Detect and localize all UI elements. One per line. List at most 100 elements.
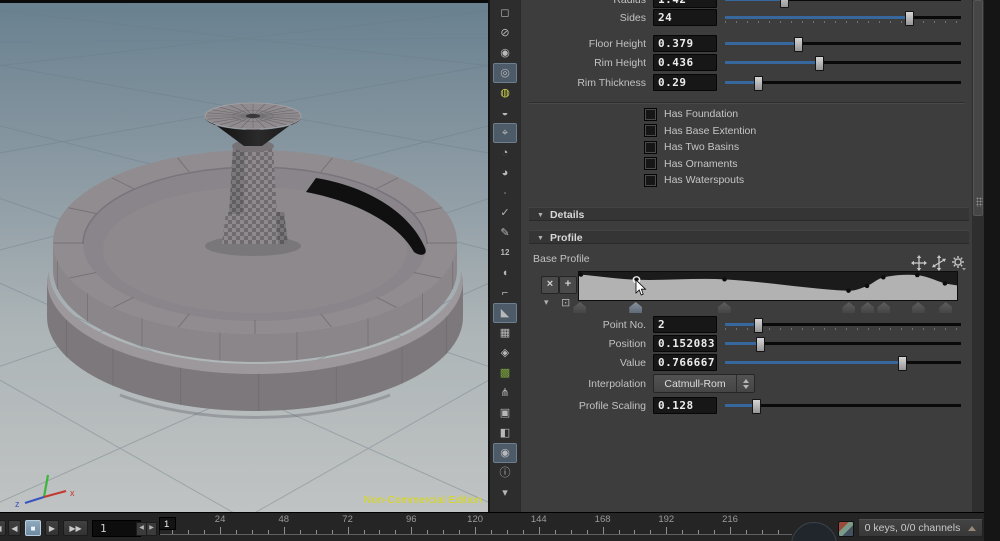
camera-icon[interactable]: ◧ [493,423,517,443]
ramp-position-handle[interactable] [718,302,731,313]
point-no-slider[interactable] [725,317,961,332]
collapse-triangle-icon[interactable]: ▼ [537,212,544,219]
checkbox[interactable] [644,174,657,187]
ramp-move-icon[interactable] [911,255,927,271]
stop-button[interactable]: ■ [25,520,41,536]
checkbox[interactable] [644,124,657,137]
slider-handle[interactable] [754,76,763,91]
ramp-collapse-icon[interactable]: ▾ [544,297,549,308]
collapse-triangle-icon[interactable]: ▼ [537,235,544,242]
slider-handle[interactable] [756,337,765,352]
checker-texture-icon[interactable]: ▦ [493,323,517,343]
info-icon[interactable]: ⓘ [493,463,517,483]
position-field[interactable]: 0.152083 [653,335,717,352]
snap-target-icon[interactable]: ⌖ [493,123,517,143]
ruler-frame-label: 216 [719,514,741,525]
panel-scrollbar[interactable] [972,0,984,512]
dropdown-spinner-icon[interactable] [736,375,754,392]
ramp-expand-icon[interactable]: ⊡ [561,296,570,309]
value-slider[interactable] [725,355,961,370]
ramp-position-handle[interactable] [912,302,925,313]
checkbox-row[interactable]: Has Two Basins [644,141,756,153]
lock-icon[interactable]: ◻ [493,3,517,23]
play-forward-button[interactable]: ▶ [45,520,59,536]
slider-handle[interactable] [794,37,803,52]
slider-handle[interactable] [754,318,763,333]
checkbox[interactable] [644,141,657,154]
play-backward-button[interactable]: ◀ [8,520,21,536]
checkbox-row[interactable]: Has Base Extention [644,125,756,137]
point-display-icon[interactable]: ∙ [493,183,517,203]
headlight-icon[interactable]: ◉ [493,43,517,63]
sides-field[interactable]: 24 [653,9,717,26]
ramp-add-point-button[interactable]: + [559,276,577,294]
current-frame-field[interactable]: 1 [92,520,141,537]
floor-height-field[interactable]: 0.379 [653,35,717,52]
profile-scaling-field[interactable]: 0.128 [653,397,717,414]
ramp-position-handle[interactable] [842,302,855,313]
viewport[interactable]: x z Non-Commercial Edition [0,0,488,512]
point-no-field[interactable]: 2 [653,316,717,333]
floor-height-slider[interactable] [725,36,961,51]
geometry-crate-icon[interactable]: ▩ [493,363,517,383]
view-flag-icon[interactable]: ◣ [493,303,517,323]
ruler-baseline [159,534,792,535]
checkbox-row[interactable]: Has Foundation [644,108,756,120]
ramp-menu-gear-icon[interactable] [951,255,967,271]
ramp-position-handle[interactable] [939,302,952,313]
profile-scaling-slider[interactable] [725,398,961,413]
checkbox-row[interactable]: Has Waterspouts [644,174,756,186]
point-numbers-icon[interactable]: 12 [493,243,517,263]
value-field[interactable]: 0.766667 [653,354,717,371]
jump-to-end-button[interactable]: ▶▶ [63,520,88,536]
key-options-icon[interactable] [838,521,854,537]
visibility-icon[interactable]: ◔ [493,143,517,163]
shade-mode-icon[interactable]: ◕ [493,163,517,183]
record-button-icon[interactable]: ▣ [493,403,517,423]
rim-height-slider[interactable] [725,55,961,70]
position-slider[interactable] [725,336,961,351]
lamp-pinned-icon[interactable]: ◍ [493,83,517,103]
playhead-marker[interactable]: 1 [159,517,176,530]
pen-icon[interactable]: ✎ [493,223,517,243]
ramp-position-handle[interactable] [861,302,874,313]
select-normals-icon[interactable]: ✓ [493,203,517,223]
jump-to-start-button[interactable]: ◀ [0,520,6,536]
checkbox-row[interactable]: Has Ornaments [644,158,756,170]
pin-view-icon[interactable]: ◉ [493,443,517,463]
light-link-icon[interactable]: ◒ [493,103,517,123]
slider-handle[interactable] [780,0,789,8]
rim-thickness-field[interactable]: 0.29 [653,74,717,91]
ramp-position-handle[interactable] [573,302,586,313]
ramp-delete-point-button[interactable]: × [541,276,559,294]
base-profile-ramp[interactable] [578,271,958,301]
ramp-arrows-icon[interactable] [931,255,947,271]
viewport-scene[interactable]: x z [0,0,488,512]
next-frame-button[interactable]: ▶ [146,522,157,536]
scrollbar-thumb[interactable] [973,0,983,216]
slider-handle[interactable] [815,56,824,71]
interpolation-dropdown[interactable]: Catmull-Rom [653,374,755,393]
ramp-position-handle[interactable] [877,302,890,313]
section-header-details[interactable]: ▼Details [529,207,969,221]
slider-handle[interactable] [905,11,914,26]
more-icon[interactable]: ▾ [493,483,517,503]
keys-channels-button[interactable]: 0 keys, 0/0 channels [858,519,983,537]
rim-thickness-slider[interactable] [725,75,961,90]
checkbox[interactable] [644,108,657,121]
section-header-profile[interactable]: ▼Profile [529,230,969,244]
lamp-icon[interactable]: ◎ [493,63,517,83]
slider-handle[interactable] [752,399,761,414]
slider-handle[interactable] [898,356,907,371]
sides-slider[interactable] [725,10,961,25]
radius-field[interactable]: 1.42 [653,0,717,8]
corner-ruler-icon[interactable]: ⌐ [493,283,517,303]
checkbox[interactable] [644,157,657,170]
sculpt-icon[interactable]: ◖ [493,263,517,283]
rim-height-field[interactable]: 0.436 [653,54,717,71]
radius-slider[interactable] [725,0,961,7]
axis-tripod-icon[interactable]: ⋔ [493,383,517,403]
ramp-position-handle-selected[interactable] [629,302,642,313]
diamond-display-icon[interactable]: ◈ [493,343,517,363]
light-disabled-icon[interactable]: ⊘ [493,23,517,43]
